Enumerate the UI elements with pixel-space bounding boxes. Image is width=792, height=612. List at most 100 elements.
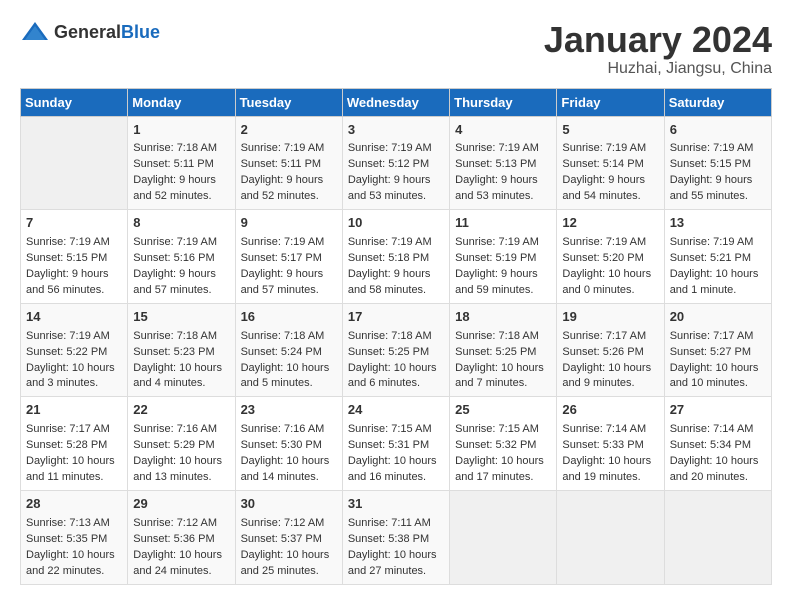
calendar-body: 1Sunrise: 7:18 AMSunset: 5:11 PMDaylight… (21, 116, 772, 584)
calendar-cell: 15Sunrise: 7:18 AMSunset: 5:23 PMDayligh… (128, 303, 235, 397)
column-header-saturday: Saturday (664, 88, 771, 116)
calendar-cell: 28Sunrise: 7:13 AMSunset: 5:35 PMDayligh… (21, 490, 128, 584)
day-info-line: Daylight: 10 hours (241, 361, 337, 377)
day-info-line: and 0 minutes. (562, 283, 658, 299)
calendar-cell: 23Sunrise: 7:16 AMSunset: 5:30 PMDayligh… (235, 397, 342, 491)
logo-icon (20, 20, 50, 44)
day-info-line: Sunrise: 7:17 AM (26, 422, 122, 438)
calendar-cell: 12Sunrise: 7:19 AMSunset: 5:20 PMDayligh… (557, 210, 664, 304)
day-number: 16 (241, 308, 337, 327)
day-info-line: Sunrise: 7:19 AM (26, 235, 122, 251)
day-number: 13 (670, 214, 766, 233)
calendar-cell: 21Sunrise: 7:17 AMSunset: 5:28 PMDayligh… (21, 397, 128, 491)
column-header-friday: Friday (557, 88, 664, 116)
day-info-line: and 11 minutes. (26, 470, 122, 486)
day-info-line: Daylight: 9 hours (133, 267, 229, 283)
day-info-line: Sunset: 5:31 PM (348, 438, 444, 454)
day-info-line: Sunrise: 7:17 AM (562, 329, 658, 345)
day-info-line: and 3 minutes. (26, 376, 122, 392)
day-info-line: Sunset: 5:27 PM (670, 345, 766, 361)
day-info-line: Sunset: 5:26 PM (562, 345, 658, 361)
calendar-cell: 8Sunrise: 7:19 AMSunset: 5:16 PMDaylight… (128, 210, 235, 304)
logo: GeneralBlue (20, 20, 160, 44)
day-info-line: and 1 minute. (670, 283, 766, 299)
month-title: January 2024 (544, 20, 772, 60)
day-info-line: Daylight: 10 hours (26, 548, 122, 564)
day-info-line: and 6 minutes. (348, 376, 444, 392)
day-info-line: Sunrise: 7:15 AM (348, 422, 444, 438)
calendar-cell: 29Sunrise: 7:12 AMSunset: 5:36 PMDayligh… (128, 490, 235, 584)
calendar-header-row: SundayMondayTuesdayWednesdayThursdayFrid… (21, 88, 772, 116)
day-number: 23 (241, 401, 337, 420)
day-info-line: Sunset: 5:35 PM (26, 532, 122, 548)
calendar-week-row: 21Sunrise: 7:17 AMSunset: 5:28 PMDayligh… (21, 397, 772, 491)
day-number: 9 (241, 214, 337, 233)
day-info-line: Sunset: 5:17 PM (241, 251, 337, 267)
day-info-line: Daylight: 9 hours (26, 267, 122, 283)
day-info-line: Sunset: 5:36 PM (133, 532, 229, 548)
day-info-line: Sunrise: 7:19 AM (455, 141, 551, 157)
column-header-monday: Monday (128, 88, 235, 116)
day-info-line: Sunrise: 7:19 AM (348, 235, 444, 251)
day-info-line: Daylight: 9 hours (562, 173, 658, 189)
day-info-line: Daylight: 9 hours (133, 173, 229, 189)
calendar-cell: 19 Sunrise: 7:17 AMSunset: 5:26 PMDayligh… (557, 303, 664, 397)
day-info-line: Sunrise: 7:18 AM (133, 141, 229, 157)
day-info-line: Sunset: 5:30 PM (241, 438, 337, 454)
day-info-line: Sunset: 5:32 PM (455, 438, 551, 454)
day-info-line: Sunset: 5:18 PM (348, 251, 444, 267)
column-header-sunday: Sunday (21, 88, 128, 116)
day-info-line: Sunset: 5:21 PM (670, 251, 766, 267)
day-info-line: Daylight: 9 hours (455, 173, 551, 189)
day-info-line: Daylight: 9 hours (241, 267, 337, 283)
day-info-line: Daylight: 10 hours (562, 361, 658, 377)
day-info-line: and 5 minutes. (241, 376, 337, 392)
day-number: 21 (26, 401, 122, 420)
calendar-cell: 26Sunrise: 7:14 AMSunset: 5:33 PMDayligh… (557, 397, 664, 491)
day-info-line: Daylight: 10 hours (133, 454, 229, 470)
logo-text-blue: Blue (121, 22, 160, 42)
day-info-line: Sunset: 5:15 PM (26, 251, 122, 267)
day-info-line: Sunset: 5:23 PM (133, 345, 229, 361)
day-number: 17 (348, 308, 444, 327)
day-info-line: Sunrise: 7:14 AM (670, 422, 766, 438)
calendar-cell: 4Sunrise: 7:19 AMSunset: 5:13 PMDaylight… (450, 116, 557, 210)
day-info-line: Sunset: 5:25 PM (455, 345, 551, 361)
day-number: 15 (133, 308, 229, 327)
day-info-line: and 53 minutes. (455, 189, 551, 205)
calendar-cell: 20Sunrise: 7:17 AMSunset: 5:27 PMDayligh… (664, 303, 771, 397)
day-number: 3 (348, 121, 444, 140)
day-number: 19 (562, 308, 658, 327)
day-info-line: Sunset: 5:20 PM (562, 251, 658, 267)
calendar-cell: 5Sunrise: 7:19 AMSunset: 5:14 PMDaylight… (557, 116, 664, 210)
day-info-line: Daylight: 10 hours (670, 267, 766, 283)
day-info-line: Sunrise: 7:18 AM (133, 329, 229, 345)
day-info-line: Daylight: 10 hours (26, 454, 122, 470)
day-info-line: and 20 minutes. (670, 470, 766, 486)
calendar-cell: 13Sunrise: 7:19 AMSunset: 5:21 PMDayligh… (664, 210, 771, 304)
day-info-line: Sunrise: 7:13 AM (26, 516, 122, 532)
day-info-line: Sunset: 5:29 PM (133, 438, 229, 454)
calendar-cell (557, 490, 664, 584)
day-info-line: Daylight: 10 hours (348, 454, 444, 470)
calendar-cell (21, 116, 128, 210)
day-info-line: Sunrise: 7:17 AM (670, 329, 766, 345)
day-info-line: and 53 minutes. (348, 189, 444, 205)
day-info-line: Daylight: 9 hours (348, 173, 444, 189)
day-info-line: and 10 minutes. (670, 376, 766, 392)
day-number: 18 (455, 308, 551, 327)
day-info-line: Daylight: 9 hours (455, 267, 551, 283)
day-info-line: and 19 minutes. (562, 470, 658, 486)
day-info-line: Sunset: 5:22 PM (26, 345, 122, 361)
logo-text-general: General (54, 22, 121, 42)
day-info-line: Daylight: 10 hours (562, 267, 658, 283)
calendar-cell: 3Sunrise: 7:19 AMSunset: 5:12 PMDaylight… (342, 116, 449, 210)
day-info-line: Sunset: 5:34 PM (670, 438, 766, 454)
day-info-line: Sunrise: 7:19 AM (241, 141, 337, 157)
day-info-line: and 7 minutes. (455, 376, 551, 392)
calendar-cell: 14Sunrise: 7:19 AMSunset: 5:22 PMDayligh… (21, 303, 128, 397)
day-info-line: Sunset: 5:14 PM (562, 157, 658, 173)
calendar-cell: 11Sunrise: 7:19 AMSunset: 5:19 PMDayligh… (450, 210, 557, 304)
day-info-line: Sunrise: 7:19 AM (562, 235, 658, 251)
day-number: 11 (455, 214, 551, 233)
